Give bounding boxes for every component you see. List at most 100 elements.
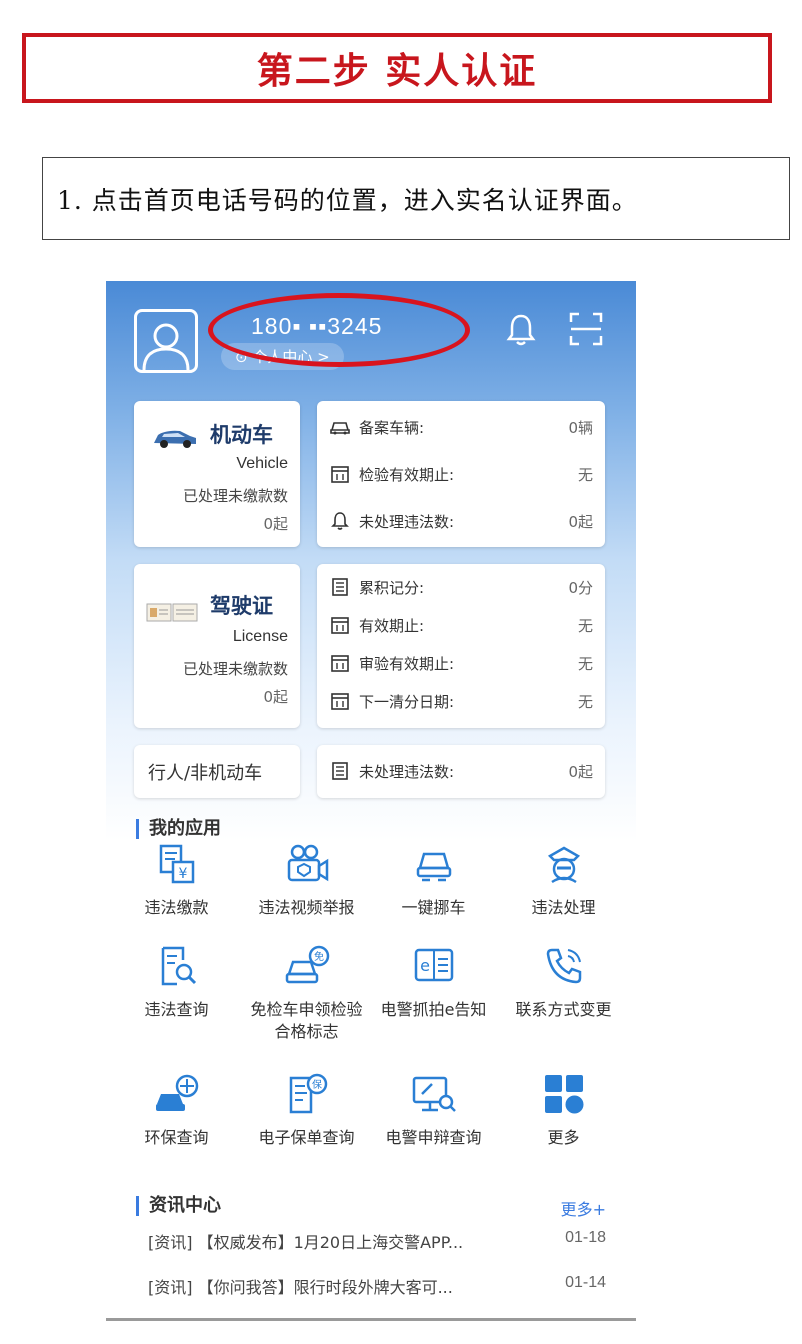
highlight-ellipse bbox=[208, 293, 470, 367]
step-title: 第二步 实人认证 bbox=[256, 51, 538, 92]
police-icon bbox=[539, 839, 589, 889]
scan-icon[interactable] bbox=[568, 311, 604, 347]
news-item[interactable]: [资讯] 【权威发布】1月20日上海交警APP... 01-18 bbox=[148, 1229, 606, 1253]
row-value: 0分 bbox=[568, 578, 593, 597]
row-label: 有效期止: bbox=[359, 616, 425, 635]
app-e-notice[interactable]: e 电警抓拍e告知 bbox=[371, 941, 496, 1021]
row-value: 0起 bbox=[568, 512, 593, 531]
license-title: 驾驶证 bbox=[210, 594, 273, 618]
search-doc-icon bbox=[152, 941, 202, 991]
license-unpaid-count: 0起 bbox=[263, 688, 288, 706]
license-row: 下一清分日期: 无 bbox=[329, 688, 593, 714]
vehicle-title: 机动车 bbox=[210, 423, 273, 447]
vehicle-unpaid-count: 0起 bbox=[263, 515, 288, 533]
news-date: 01-14 bbox=[565, 1274, 606, 1291]
row-value: 0起 bbox=[568, 762, 593, 781]
payment-icon: ¥ bbox=[152, 839, 202, 889]
avatar-icon[interactable] bbox=[134, 309, 198, 373]
app-move-car[interactable]: 一键挪车 bbox=[371, 839, 496, 919]
vehicle-row: 未处理违法数: 0起 bbox=[329, 508, 593, 534]
phone-screenshot: 180▪ ▪▪3245 ⊙ 个人中心 > 机动车 Vehicle 已处理未缴款数… bbox=[106, 281, 636, 1321]
news-text: [资讯] 【权威发布】1月20日上海交警APP... bbox=[148, 1233, 464, 1252]
app-label: 更多 bbox=[547, 1128, 580, 1147]
row-value: 无 bbox=[577, 616, 593, 635]
app-label: 一键挪车 bbox=[401, 898, 466, 917]
step-banner: 第二步 实人认证 bbox=[22, 33, 772, 103]
vehicle-info-card[interactable]: 备案车辆: 0辆 检验有效期止: 无 未处理违法数: 0起 bbox=[317, 401, 605, 547]
app-label: 违法处理 bbox=[531, 898, 596, 917]
news-more-link[interactable]: 更多+ bbox=[561, 1196, 606, 1220]
vehicle-title-en: Vehicle bbox=[236, 455, 288, 472]
car-image bbox=[150, 425, 200, 455]
svg-text:e: e bbox=[420, 956, 430, 975]
app-phone[interactable]: 联系方式变更 bbox=[501, 941, 626, 1021]
news-date: 01-18 bbox=[565, 1229, 606, 1246]
svg-text:¥: ¥ bbox=[178, 866, 187, 882]
license-unpaid-label: 已处理未缴款数 bbox=[182, 660, 288, 678]
instruction-box: 1. 点击首页电话号码的位置，进入实名认证界面。 bbox=[42, 157, 790, 240]
bell-icon[interactable] bbox=[506, 313, 536, 347]
app-payment[interactable]: ¥ 违法缴款 bbox=[114, 839, 239, 919]
license-title-en: License bbox=[232, 628, 288, 645]
car-outline-icon bbox=[329, 416, 351, 438]
pedestrian-card[interactable]: 行人/非机动车 bbox=[134, 745, 300, 798]
appeal-search-icon bbox=[409, 1069, 459, 1119]
row-label: 未处理违法数: bbox=[359, 512, 455, 531]
row-label: 累积记分: bbox=[359, 578, 425, 597]
app-label: 免检车申领检验合格标志 bbox=[250, 1000, 363, 1041]
license-image bbox=[146, 602, 198, 628]
row-label: 检验有效期止: bbox=[359, 465, 455, 484]
svg-text:保: 保 bbox=[312, 1078, 322, 1091]
list-icon bbox=[329, 576, 351, 598]
vehicle-unpaid-label: 已处理未缴款数 bbox=[182, 487, 288, 505]
instruction-text: 1. 点击首页电话号码的位置，进入实名认证界面。 bbox=[57, 185, 638, 215]
row-value: 无 bbox=[577, 465, 593, 484]
move-car-icon bbox=[409, 839, 459, 889]
app-appeal-search[interactable]: 电警申辩查询 bbox=[371, 1069, 496, 1149]
app-label: 违法缴款 bbox=[144, 898, 209, 917]
news-title: 资讯中心 bbox=[136, 1196, 221, 1216]
pedestrian-row: 未处理违法数: 0起 bbox=[329, 758, 593, 784]
grid-more-icon bbox=[539, 1069, 589, 1119]
license-row: 有效期止: 无 bbox=[329, 612, 593, 638]
app-video-report[interactable]: 违法视频举报 bbox=[244, 839, 369, 919]
exempt-car-icon: 免 bbox=[282, 941, 332, 991]
list-icon bbox=[329, 760, 351, 782]
pedestrian-info-card[interactable]: 未处理违法数: 0起 bbox=[317, 745, 605, 798]
app-search-doc[interactable]: 违法查询 bbox=[114, 941, 239, 1021]
row-label: 未处理违法数: bbox=[359, 762, 455, 781]
license-card[interactable]: 驾驶证 License 已处理未缴款数 0起 bbox=[134, 564, 300, 728]
bell-icon bbox=[329, 510, 351, 532]
my-apps-title: 我的应用 bbox=[136, 819, 221, 839]
e-notice-icon: e bbox=[409, 941, 459, 991]
vehicle-row: 备案车辆: 0辆 bbox=[329, 414, 593, 440]
svg-text:免: 免 bbox=[314, 950, 324, 963]
license-row: 审验有效期止: 无 bbox=[329, 650, 593, 676]
row-label: 审验有效期止: bbox=[359, 654, 455, 673]
vehicle-card[interactable]: 机动车 Vehicle 已处理未缴款数 0起 bbox=[134, 401, 300, 547]
pedestrian-title: 行人/非机动车 bbox=[148, 763, 263, 784]
row-label: 备案车辆: bbox=[359, 418, 425, 437]
app-exempt-car[interactable]: 免免检车申领检验合格标志 bbox=[244, 941, 369, 1043]
app-label: 违法视频举报 bbox=[258, 898, 355, 917]
phone-icon bbox=[539, 941, 589, 991]
news-item[interactable]: [资讯] 【你问我答】限行时段外牌大客可... 01-14 bbox=[148, 1274, 606, 1298]
app-grid-more[interactable]: 更多 bbox=[501, 1069, 626, 1149]
row-value: 无 bbox=[577, 692, 593, 711]
row-value: 0辆 bbox=[568, 418, 593, 437]
insurance-icon: 保 bbox=[282, 1069, 332, 1119]
app-insurance[interactable]: 保电子保单查询 bbox=[244, 1069, 369, 1149]
app-label: 电警抓拍e告知 bbox=[380, 1000, 487, 1019]
license-info-card[interactable]: 累积记分: 0分 有效期止: 无 审验有效期止: 无 下一清分日期: 无 bbox=[317, 564, 605, 728]
calendar-icon bbox=[329, 652, 351, 674]
app-label: 电子保单查询 bbox=[258, 1128, 355, 1147]
app-eco-car[interactable]: 环保查询 bbox=[114, 1069, 239, 1149]
vehicle-row: 检验有效期止: 无 bbox=[329, 461, 593, 487]
calendar-icon bbox=[329, 614, 351, 636]
license-row: 累积记分: 0分 bbox=[329, 574, 593, 600]
video-report-icon bbox=[282, 839, 332, 889]
calendar-icon bbox=[329, 463, 351, 485]
app-police[interactable]: 违法处理 bbox=[501, 839, 626, 919]
app-label: 电警申辩查询 bbox=[385, 1128, 482, 1147]
divider-line bbox=[106, 1318, 636, 1321]
